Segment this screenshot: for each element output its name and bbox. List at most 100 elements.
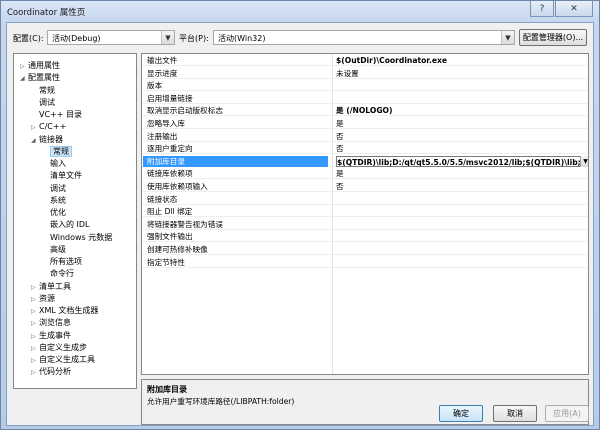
- close-button[interactable]: ✕: [555, 1, 593, 17]
- help-button[interactable]: ?: [530, 1, 554, 17]
- property-row[interactable]: 使用库依赖项输入 否: [142, 181, 588, 192]
- tree-item[interactable]: ▷ 通用属性: [20, 60, 60, 72]
- tree-item-label: 清单文件: [50, 171, 82, 181]
- property-value[interactable]: 是: [336, 168, 588, 179]
- property-name: 输出文件: [147, 56, 178, 65]
- expand-arrow-icon[interactable]: ▷: [31, 318, 39, 330]
- tree-item[interactable]: 优化: [42, 207, 66, 219]
- title-buttons: ? ✕: [529, 1, 593, 19]
- property-tree[interactable]: ▷ 通用属性 ◢ 配置属性 常规 调试 VC++ 目录 ▷ C/C++ ◢ 链接器 常规 输入 清单文件调…: [13, 53, 137, 389]
- expand-arrow-icon[interactable]: ▷: [31, 282, 39, 294]
- property-row[interactable]: 链接库依赖项 是: [142, 168, 588, 180]
- tree-item-label: 所有选项: [50, 257, 82, 266]
- property-row[interactable]: 忽略导入库 是: [142, 118, 588, 129]
- property-row[interactable]: 版本: [142, 80, 588, 92]
- tree-item[interactable]: ▷ 清单工具: [31, 281, 71, 293]
- property-row[interactable]: 显示进度 未设置: [142, 68, 588, 79]
- expand-arrow-icon[interactable]: ▷: [31, 331, 39, 343]
- ok-button[interactable]: 确定: [439, 405, 483, 422]
- property-row[interactable]: 逐用户重定向 否: [142, 143, 588, 155]
- expand-arrow-icon[interactable]: ▷: [31, 355, 39, 367]
- expand-arrow-icon[interactable]: ▷: [31, 294, 39, 306]
- property-value[interactable]: 否: [336, 131, 588, 142]
- property-value[interactable]: $(OutDir)\Coordinator.exe: [336, 55, 588, 66]
- property-row[interactable]: 将链接器警告视为错误: [142, 219, 588, 230]
- property-row[interactable]: 附加库目录 $(QTDIR)\lib;D:/qt/qt5.5.0/5.5/msvc…: [142, 155, 588, 167]
- config-select[interactable]: 活动(Debug) ▼: [47, 30, 175, 45]
- tree-item[interactable]: 所有选项: [42, 256, 82, 268]
- tree-item[interactable]: 嵌入的 IDL: [42, 219, 90, 231]
- tree-item-label: 命令行: [50, 269, 74, 279]
- tree-item[interactable]: ▷ XML 文档生成器: [31, 305, 98, 317]
- tree-item[interactable]: 系统: [42, 195, 66, 207]
- tree-item[interactable]: 调试: [31, 97, 55, 109]
- window-title: Coordinator 属性页: [7, 8, 86, 18]
- dropdown-arrow-icon[interactable]: ▼: [580, 155, 588, 167]
- config-manager-button[interactable]: 配置管理器(O)...: [519, 29, 587, 46]
- expand-arrow-icon[interactable]: ▷: [31, 306, 39, 318]
- property-name: 阻止 Dll 绑定: [147, 207, 193, 217]
- tree-item[interactable]: ▷ C/C++: [31, 121, 66, 133]
- property-value[interactable]: $(QTDIR)\lib;D:/qt/qt5.5.0/5.5/msvc2012/…: [336, 155, 588, 167]
- expand-arrow-icon[interactable]: ▷: [20, 61, 28, 73]
- property-value[interactable]: 未设置: [336, 68, 588, 79]
- property-name: 忽略导入库: [147, 119, 185, 128]
- property-row[interactable]: 输出文件 $(OutDir)\Coordinator.exe: [142, 55, 588, 66]
- tree-item-label: XML 文档生成器: [39, 306, 99, 315]
- tree-item-label: 自定义生成步: [39, 342, 87, 352]
- tree-item[interactable]: ▷ 自定义生成工具: [31, 354, 95, 366]
- tree-item[interactable]: ▷ 代码分析: [31, 366, 71, 378]
- tree-item[interactable]: 调试: [42, 183, 66, 195]
- property-name: 强制文件输出: [147, 232, 193, 242]
- expand-arrow-icon[interactable]: ▷: [31, 367, 39, 379]
- tree-item[interactable]: ◢ 配置属性: [20, 72, 60, 84]
- tree-item[interactable]: VC++ 目录: [31, 109, 82, 121]
- property-name: 指定节特性: [147, 257, 185, 267]
- expand-arrow-icon[interactable]: ◢: [31, 135, 39, 147]
- property-row[interactable]: 创建可热修补映像: [142, 244, 588, 255]
- property-row[interactable]: 强制文件输出: [142, 231, 588, 243]
- property-row[interactable]: 指定节特性: [142, 257, 588, 268]
- tree-item[interactable]: 高级: [42, 244, 66, 256]
- tree-item[interactable]: 输入: [42, 158, 66, 170]
- property-grid[interactable]: 输出文件 $(OutDir)\Coordinator.exe 显示进度 未设置 版本 启用…: [141, 53, 589, 375]
- tree-item[interactable]: 命令行: [42, 268, 74, 280]
- tree-item-label: 输入: [50, 159, 66, 168]
- property-value[interactable]: 是 (/NOLOGO): [336, 105, 588, 116]
- property-name: 逐用户重定向: [147, 144, 193, 154]
- property-row[interactable]: 注册输出 否: [142, 131, 588, 142]
- chevron-down-icon: ▼: [501, 31, 514, 44]
- tree-item[interactable]: 清单文件: [42, 170, 82, 182]
- property-name: 将链接器警告视为错误: [147, 219, 223, 229]
- cancel-button[interactable]: 取消: [493, 405, 537, 422]
- property-row[interactable]: 启用增量链接: [142, 93, 588, 104]
- config-toolbar: 配置(C): 活动(Debug) ▼ 平台(P): 活动(Win32) ▼ 配置…: [7, 29, 593, 47]
- property-name: 取消显示启动版权标志: [147, 106, 223, 116]
- tree-item[interactable]: 常规: [31, 85, 55, 97]
- tree-item[interactable]: 常规: [42, 145, 72, 158]
- tree-item[interactable]: ▷ 浏览信息: [31, 317, 71, 329]
- tree-item[interactable]: Windows 元数据: [42, 232, 112, 244]
- tree-item[interactable]: ◢ 链接器: [31, 134, 63, 146]
- apply-button[interactable]: 应用(A): [545, 405, 589, 422]
- property-value[interactable]: 否: [336, 181, 588, 192]
- tree-item[interactable]: ▷ 生成事件: [31, 330, 71, 342]
- tree-item[interactable]: ▷ 资源: [31, 293, 55, 305]
- tree-item-label: 高级: [50, 244, 66, 254]
- expand-arrow-icon[interactable]: ▷: [31, 343, 39, 355]
- platform-select[interactable]: 活动(Win32) ▼: [213, 30, 515, 45]
- property-row[interactable]: 阻止 Dll 绑定: [142, 206, 588, 218]
- close-icon: ✕: [570, 3, 578, 14]
- tree-item[interactable]: ▷ 自定义生成步: [31, 342, 87, 354]
- tree-item-label: 嵌入的 IDL: [50, 220, 90, 230]
- expand-arrow-icon[interactable]: ◢: [20, 73, 28, 85]
- tree-item-label: 常规: [50, 145, 72, 157]
- config-label: 配置(C):: [13, 34, 44, 43]
- property-value[interactable]: 是: [336, 118, 588, 129]
- expand-arrow-icon[interactable]: ▷: [31, 122, 39, 134]
- property-row[interactable]: 取消显示启动版权标志 是 (/NOLOGO): [142, 105, 588, 117]
- property-value[interactable]: 否: [336, 143, 588, 154]
- help-icon: ?: [539, 3, 545, 14]
- property-row[interactable]: 链接状态: [142, 194, 588, 205]
- property-name: 使用库依赖项输入: [147, 182, 208, 191]
